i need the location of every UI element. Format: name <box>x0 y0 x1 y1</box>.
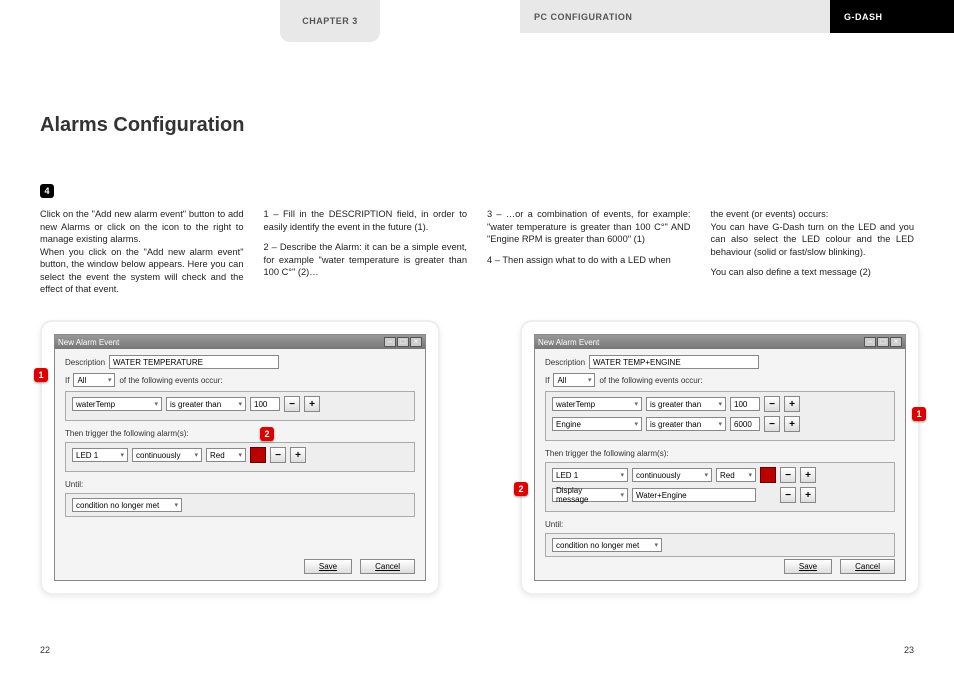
screenshot-1: New Alarm Event – □ × Description WATER … <box>40 320 440 595</box>
events-group: waterTemp is greater than 100 − + <box>65 391 415 421</box>
description-label: Description <box>545 358 585 367</box>
close-icon[interactable]: × <box>410 337 422 347</box>
minimize-icon[interactable]: – <box>864 337 876 347</box>
alarm-mode-select[interactable]: continuously <box>632 468 712 482</box>
alarm-mode-select[interactable]: continuously <box>132 448 202 462</box>
event-op-select[interactable]: is greater than <box>646 397 726 411</box>
remove-event-button[interactable]: − <box>284 396 300 412</box>
close-icon[interactable]: × <box>890 337 902 347</box>
add-event-button[interactable]: + <box>304 396 320 412</box>
save-button[interactable]: Save <box>304 559 352 574</box>
tab-brand: G-DASH <box>830 0 954 33</box>
cancel-button[interactable]: Cancel <box>360 559 415 574</box>
alarm-message-input[interactable]: Water+Engine <box>632 488 756 502</box>
remove-alarm-button[interactable]: − <box>780 467 796 483</box>
event-field-select[interactable]: waterTemp <box>552 397 642 411</box>
save-button[interactable]: Save <box>784 559 832 574</box>
until-select[interactable]: condition no longer met <box>552 538 662 552</box>
if-scope-select[interactable]: All <box>73 373 115 387</box>
description-label: Description <box>65 358 105 367</box>
color-swatch-icon[interactable] <box>760 467 776 483</box>
callout-2: 2 <box>260 427 274 441</box>
alarms-group: LED 1 continuously Red − + <box>65 442 415 472</box>
tab-section: PC CONFIGURATION <box>520 0 830 33</box>
until-group: condition no longer met <box>65 493 415 517</box>
column-4: the event (or events) occurs: You can ha… <box>711 208 915 296</box>
remove-event-button[interactable]: − <box>764 416 780 432</box>
callout-1: 1 <box>34 368 48 382</box>
page-number-right: 23 <box>904 645 914 655</box>
trigger-label: Then trigger the following alarm(s): <box>545 449 895 458</box>
dialog-new-alarm-1: New Alarm Event – □ × Description WATER … <box>54 334 426 581</box>
body-columns: Click on the "Add new alarm event" butto… <box>40 208 914 296</box>
screenshot-2: New Alarm Event – □ × Description WATER … <box>520 320 920 595</box>
alarm-color-select[interactable]: Red <box>206 448 246 462</box>
page-title: Alarms Configuration <box>40 114 244 137</box>
if-rest-label: of the following events occur: <box>599 376 702 385</box>
events-group: waterTemp is greater than 100 − + Engine… <box>545 391 895 441</box>
alarm-color-select[interactable]: Red <box>716 468 756 482</box>
col2-p1: 1 – Fill in the DESCRIPTION field, in or… <box>264 208 468 233</box>
remove-alarm-button[interactable]: − <box>270 447 286 463</box>
if-rest-label: of the following events occur: <box>119 376 222 385</box>
add-alarm-button[interactable]: + <box>800 487 816 503</box>
dialog-new-alarm-2: New Alarm Event – □ × Description WATER … <box>534 334 906 581</box>
header-tabs: CHAPTER 3 PC CONFIGURATION G-DASH <box>0 0 954 50</box>
dialog-title: New Alarm Event <box>538 338 599 347</box>
callout-1: 1 <box>912 407 926 421</box>
if-label: If <box>65 376 69 385</box>
col4-p1: the event (or events) occurs: <box>711 208 915 221</box>
description-input[interactable]: WATER TEMPERATURE <box>109 355 279 369</box>
add-event-button[interactable]: + <box>784 416 800 432</box>
page-number-left: 22 <box>40 645 50 655</box>
dialog-title: New Alarm Event <box>58 338 119 347</box>
until-select[interactable]: condition no longer met <box>72 498 182 512</box>
col3-p1: 3 – …or a combination of events, for exa… <box>487 208 691 246</box>
column-2: 1 – Fill in the DESCRIPTION field, in or… <box>264 208 468 296</box>
alarm-display-select[interactable]: Display message <box>552 488 628 502</box>
minimize-icon[interactable]: – <box>384 337 396 347</box>
color-swatch-icon[interactable] <box>250 447 266 463</box>
col3-p2: 4 – Then assign what to do with a LED wh… <box>487 254 691 267</box>
event-op-select[interactable]: is greater than <box>166 397 246 411</box>
cancel-button[interactable]: Cancel <box>840 559 895 574</box>
trigger-label: Then trigger the following alarm(s): <box>65 429 415 438</box>
add-alarm-button[interactable]: + <box>800 467 816 483</box>
event-value-input[interactable]: 100 <box>250 397 280 411</box>
callout-2: 2 <box>514 482 528 496</box>
column-3: 3 – …or a combination of events, for exa… <box>487 208 691 296</box>
step-badge: 4 <box>40 184 54 198</box>
col2-p2: 2 – Describe the Alarm: it can be a simp… <box>264 241 468 279</box>
alarm-led-select[interactable]: LED 1 <box>552 468 628 482</box>
add-alarm-button[interactable]: + <box>290 447 306 463</box>
if-label: If <box>545 376 549 385</box>
event-field-select[interactable]: waterTemp <box>72 397 162 411</box>
until-group: condition no longer met <box>545 533 895 557</box>
maximize-icon[interactable]: □ <box>397 337 409 347</box>
event-field-select[interactable]: Engine <box>552 417 642 431</box>
maximize-icon[interactable]: □ <box>877 337 889 347</box>
col4-p2: You can have G-Dash turn on the LED and … <box>711 221 915 259</box>
column-1: Click on the "Add new alarm event" butto… <box>40 208 244 296</box>
until-label: Until: <box>545 520 895 529</box>
event-value-input[interactable]: 100 <box>730 397 760 411</box>
alarm-led-select[interactable]: LED 1 <box>72 448 128 462</box>
if-scope-select[interactable]: All <box>553 373 595 387</box>
event-op-select[interactable]: is greater than <box>646 417 726 431</box>
remove-event-button[interactable]: − <box>764 396 780 412</box>
alarms-group: LED 1 continuously Red − + Display messa… <box>545 462 895 512</box>
add-event-button[interactable]: + <box>784 396 800 412</box>
remove-alarm-button[interactable]: − <box>780 487 796 503</box>
until-label: Until: <box>65 480 415 489</box>
titlebar: New Alarm Event – □ × <box>535 335 905 349</box>
titlebar: New Alarm Event – □ × <box>55 335 425 349</box>
description-input[interactable]: WATER TEMP+ENGINE <box>589 355 759 369</box>
tab-chapter: CHAPTER 3 <box>280 0 380 42</box>
event-value-input[interactable]: 6000 <box>730 417 760 431</box>
col4-p3: You can also define a text message (2) <box>711 266 915 279</box>
